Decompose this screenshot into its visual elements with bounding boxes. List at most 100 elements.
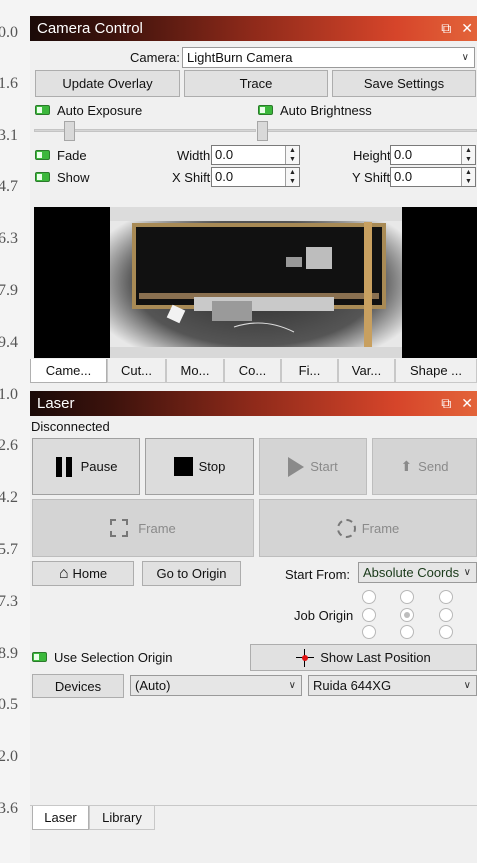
home-icon: ⌂ [58,564,69,582]
fade-label: Fade [57,148,87,163]
height-label: Height [353,148,391,163]
stop-label: Stop [198,459,226,474]
frame-circle-icon [336,518,356,538]
camera-tab-bar: Came... Cut... Mo... Co... Fi... Var... … [30,359,477,383]
x-shift-label: X Shift [172,170,211,185]
pause-label: Pause [80,459,118,474]
show-last-position-button[interactable]: Show Last Position [250,644,477,671]
go-to-origin-button[interactable]: Go to Origin [142,561,241,586]
frame-circle-label: Frame [361,520,400,536]
ruler-label: 8.9 [0,645,18,662]
ruler-label: 1.6 [0,75,18,92]
update-overlay-button[interactable]: Update Overlay [35,70,180,97]
upload-arrow-icon: ⬆ [400,458,413,474]
ruler-label: 7.3 [0,593,18,610]
auto-exposure-toggle[interactable] [35,105,50,115]
device-value: Ruida 644XG [313,678,392,693]
auto-brightness-toggle[interactable] [258,105,273,115]
x-shift-value: 0.0 [215,169,234,184]
save-settings-button[interactable]: Save Settings [332,70,476,97]
close-icon[interactable]: ✕ [461,16,473,41]
camera-preview[interactable] [34,207,477,358]
tab-laser[interactable]: Laser [32,806,89,830]
tab-shape-properties[interactable]: Shape ... [395,359,477,383]
tab-camera[interactable]: Came... [30,359,107,383]
tab-library[interactable]: Library [89,806,155,830]
job-origin-radio-bottom-center[interactable] [400,625,414,639]
camera-select[interactable]: LightBurn Camera ∨ [182,47,475,68]
frame-circle-button[interactable]: Frame [259,499,477,557]
auto-brightness-label: Auto Brightness [280,103,372,118]
y-shift-label: Y Shift [352,170,391,185]
spin-arrows-icon[interactable]: ▲ ▼ [285,146,299,164]
use-selection-origin-toggle[interactable] [32,652,47,662]
frame-rect-icon [110,519,129,537]
device-select[interactable]: Ruida 644XG ∨ [308,675,477,696]
home-button[interactable]: ⌂ Home [32,561,134,586]
job-origin-radio-middle-left[interactable] [362,608,376,622]
laser-panel: Laser ⧉ ✕ Disconnected Pause Stop Start … [30,391,477,863]
show-toggle[interactable] [35,172,50,182]
devices-button[interactable]: Devices [32,674,124,698]
chevron-down-icon: ∨ [463,567,471,578]
height-input[interactable]: 0.0 ▲ ▼ [390,145,476,165]
auto-exposure-label: Auto Exposure [57,103,143,118]
camera-label: Camera: [130,50,180,65]
fade-toggle[interactable] [35,150,50,160]
tab-console[interactable]: Co... [224,359,281,383]
job-origin-radio-bottom-right[interactable] [439,625,453,639]
chevron-down-icon: ∨ [461,52,469,63]
connection-status: Disconnected [31,419,110,434]
close-icon[interactable]: ✕ [461,391,473,416]
ruler-label: 4.7 [0,178,18,195]
tab-file-list[interactable]: Fi... [281,359,338,383]
y-shift-input[interactable]: 0.0 ▲ ▼ [390,167,476,187]
width-label: Width [177,148,211,163]
start-from-select[interactable]: Absolute Coords ∨ [358,562,477,583]
float-icon[interactable]: ⧉ [441,391,451,416]
send-button[interactable]: ⬆ Send [372,438,477,495]
camera-panel-titlebar: Camera Control ⧉ ✕ [30,16,477,41]
top-strip [30,0,477,16]
frame-rect-button[interactable]: Frame [32,499,254,557]
show-label: Show [57,170,90,185]
ruler-label: 0.0 [0,24,18,41]
home-label: Home [72,566,108,581]
tab-variable-text[interactable]: Var... [338,359,395,383]
brightness-slider-track[interactable] [257,129,477,132]
job-origin-radio-bottom-left[interactable] [362,625,376,639]
tab-cuts[interactable]: Cut... [107,359,166,383]
camera-control-panel: Camera Control ⧉ ✕ Camera: LightBurn Cam… [30,16,477,385]
brightness-slider-thumb[interactable] [257,121,268,141]
trace-button[interactable]: Trace [184,70,328,97]
port-value: (Auto) [135,678,171,693]
job-origin-radio-top-left[interactable] [362,590,376,604]
start-button[interactable]: Start [259,438,367,495]
height-value: 0.0 [394,147,413,162]
start-from-value: Absolute Coords [363,565,460,580]
float-icon[interactable]: ⧉ [441,16,451,41]
spin-arrows-icon[interactable]: ▲ ▼ [285,168,299,186]
laser-tab-bar: Laser Library [32,806,155,830]
laser-panel-title: Laser [37,395,75,412]
spin-arrows-icon[interactable]: ▲ ▼ [461,146,475,164]
use-selection-origin-label: Use Selection Origin [54,650,173,665]
ruler-label: 9.4 [0,334,18,351]
ruler-label: 5.7 [0,541,18,558]
show-last-position-label: Show Last Position [320,650,431,665]
ruler-label: 4.2 [0,489,18,506]
job-origin-radio-middle-right[interactable] [439,608,453,622]
width-value: 0.0 [215,147,234,162]
port-select[interactable]: (Auto) ∨ [130,675,302,696]
spin-arrows-icon[interactable]: ▲ ▼ [461,168,475,186]
job-origin-radio-top-center[interactable] [400,590,414,604]
job-origin-label: Job Origin [294,608,354,623]
job-origin-radio-top-right[interactable] [439,590,453,604]
exposure-slider-thumb[interactable] [64,121,75,141]
width-input[interactable]: 0.0 ▲ ▼ [211,145,300,165]
x-shift-input[interactable]: 0.0 ▲ ▼ [211,167,300,187]
stop-button[interactable]: Stop [145,438,254,495]
job-origin-radio-center[interactable] [400,608,414,622]
tab-move[interactable]: Mo... [166,359,224,383]
pause-button[interactable]: Pause [32,438,140,495]
